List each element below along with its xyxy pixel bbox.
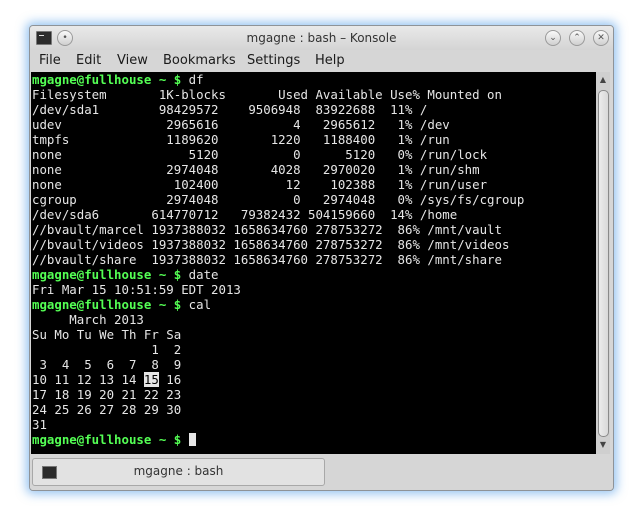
- command-text: date: [188, 267, 219, 282]
- output-line: //bvault/videos 1937388032 1658634760 27…: [32, 237, 510, 252]
- tab-label: mgagne : bash: [133, 464, 224, 478]
- calendar-weekdays: Su Mo Tu We Th Fr Sa: [32, 327, 182, 342]
- scrollbar-thumb[interactable]: [598, 90, 609, 437]
- prompt-line: mgagne@fullhouse ~ $ cal: [32, 297, 211, 312]
- output-line: //bvault/marcel 1937388032 1658634760 27…: [32, 222, 502, 237]
- prompt-line: mgagne@fullhouse ~ $: [32, 432, 196, 447]
- prompt: mgagne@fullhouse ~ $: [32, 297, 182, 312]
- scroll-up-icon[interactable]: ▲: [597, 75, 609, 85]
- command-text: df: [188, 72, 204, 87]
- calendar-days: 16: [158, 372, 182, 387]
- output-line: Filesystem 1K-blocks Used Available Use%…: [32, 87, 502, 102]
- prompt: mgagne@fullhouse ~ $: [32, 72, 182, 87]
- prompt-line: mgagne@fullhouse ~ $ df: [32, 72, 204, 87]
- tab-session[interactable]: mgagne : bash: [32, 458, 325, 486]
- menu-help[interactable]: Help: [315, 53, 345, 68]
- menu-bookmarks[interactable]: Bookmarks: [163, 53, 236, 68]
- output-line: Fri Mar 15 10:51:59 EDT 2013: [32, 282, 241, 297]
- calendar-week: 1 2: [32, 342, 182, 357]
- output-line: udev 2965616 4 2965612 1% /dev: [32, 117, 450, 132]
- scroll-down-icon[interactable]: ▼: [597, 440, 609, 450]
- calendar-header: March 2013: [32, 312, 144, 327]
- output-line: //bvault/share 1937388032 1658634760 278…: [32, 252, 502, 267]
- calendar-week: 17 18 19 20 21 22 23: [32, 387, 182, 402]
- calendar-week: 31: [32, 417, 47, 432]
- tab-bar: mgagne : bash: [30, 454, 613, 490]
- minimize-icon[interactable]: ⌄: [545, 30, 561, 46]
- menu-view[interactable]: View: [117, 53, 148, 68]
- command-text: cal: [188, 297, 212, 312]
- menu-bar: File Edit View Bookmarks Settings Help: [30, 50, 613, 72]
- calendar-week: 3 4 5 6 7 8 9: [32, 357, 182, 372]
- maximize-icon[interactable]: ⌃: [569, 30, 585, 46]
- scrollbar[interactable]: ▲ ▼: [596, 72, 610, 454]
- output-line: none 102400 12 102388 1% /run/user: [32, 177, 488, 192]
- title-bar[interactable]: • mgagne : bash – Konsole ⌄ ⌃ ✕: [30, 26, 613, 50]
- calendar-days: 10 11 12 13 14: [32, 372, 144, 387]
- output-line: cgroup 2974048 0 2974048 0% /sys/fs/cgro…: [32, 192, 525, 207]
- menu-edit[interactable]: Edit: [76, 53, 101, 68]
- window-title: mgagne : bash – Konsole: [246, 31, 397, 45]
- menu-file[interactable]: File: [39, 53, 61, 68]
- menu-settings[interactable]: Settings: [247, 53, 300, 68]
- output-line: tmpfs 1189620 1220 1188400 1% /run: [32, 132, 450, 147]
- calendar-week: 10 11 12 13 14 15 16: [32, 372, 181, 387]
- konsole-window: • mgagne : bash – Konsole ⌄ ⌃ ✕ File Edi…: [29, 25, 614, 491]
- prompt: mgagne@fullhouse ~ $: [32, 432, 182, 447]
- prompt-line: mgagne@fullhouse ~ $ date: [32, 267, 219, 282]
- calendar-today: 15: [143, 372, 159, 387]
- output-line: none 2974048 4028 2970020 1% /run/shm: [32, 162, 480, 177]
- text-cursor: [188, 433, 196, 446]
- output-line: none 5120 0 5120 0% /run/lock: [32, 147, 488, 162]
- close-icon[interactable]: ✕: [593, 30, 609, 46]
- output-line: /dev/sda1 98429572 9506948 83922688 11% …: [32, 102, 428, 117]
- terminal-area[interactable]: mgagne@fullhouse ~ $ df Filesystem 1K-bl…: [31, 72, 596, 454]
- prompt: mgagne@fullhouse ~ $: [32, 267, 182, 282]
- output-line: /dev/sda6 614770712 79382432 504159660 1…: [32, 207, 458, 222]
- calendar-week: 24 25 26 27 28 29 30: [32, 402, 182, 417]
